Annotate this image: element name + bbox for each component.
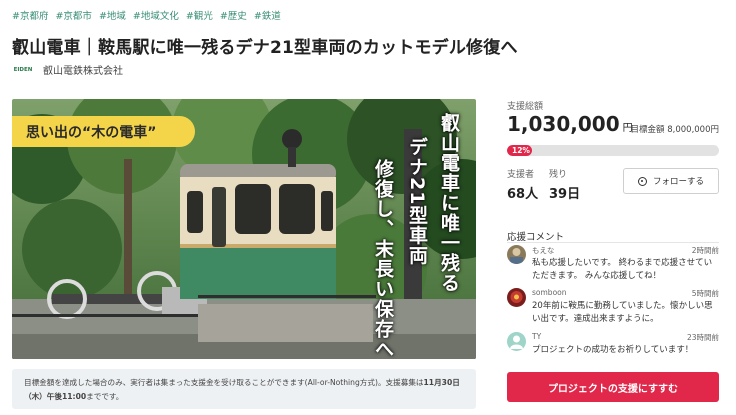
remaining-value: 39日 bbox=[549, 187, 581, 202]
raised-amount: 1,030,000 円 bbox=[507, 112, 633, 136]
tag-link[interactable]: #地域 bbox=[99, 8, 126, 22]
comment-text: プロジェクトの成功をお祈りしています！ bbox=[532, 345, 694, 355]
support-project-button[interactable]: プロジェクトの支援にすすむ bbox=[507, 372, 719, 402]
hero-image[interactable]: 思い出の“木の電車” 叡山電車に唯一残る デナ21型車両 修復し、末長い保存へ bbox=[12, 99, 476, 359]
progress-label: 12% bbox=[512, 146, 530, 155]
comment-author[interactable]: TY bbox=[532, 332, 541, 341]
avatar[interactable] bbox=[507, 332, 526, 351]
tag-link[interactable]: #観光 bbox=[186, 8, 213, 22]
tag-link[interactable]: #京都市 bbox=[55, 8, 91, 22]
divider bbox=[507, 242, 719, 243]
comments-title: 応援コメント bbox=[507, 232, 565, 243]
organization-name[interactable]: 叡山電鉄株式会社 bbox=[43, 62, 123, 77]
supporters-value: 68人 bbox=[507, 187, 539, 202]
supporters-label: 支援者 bbox=[507, 170, 535, 180]
comment-author[interactable]: もえな bbox=[532, 245, 555, 256]
tag-list: #京都府 #京都市 #地域 #地域文化 #観光 #歴史 #鉄道 bbox=[12, 8, 281, 22]
notice-text-end: までです。 bbox=[86, 392, 124, 401]
remaining-label: 残り bbox=[549, 170, 568, 180]
hero-overlay-line-1: 叡山電車に唯一残る bbox=[438, 113, 460, 293]
remaining-stat: 残り 39日 bbox=[549, 167, 580, 202]
tag-link[interactable]: #歴史 bbox=[220, 8, 247, 22]
raised-label: 支援総額 bbox=[507, 102, 544, 112]
comment-time: 23時間前 bbox=[686, 333, 719, 342]
default-avatar-icon bbox=[507, 332, 526, 351]
user-photo-icon bbox=[507, 288, 526, 307]
avatar[interactable] bbox=[507, 288, 526, 307]
comment-author[interactable]: somboon bbox=[532, 288, 567, 297]
organization-logo: EIDEN bbox=[13, 66, 33, 73]
follow-button[interactable]: フォローする bbox=[623, 168, 719, 194]
progress-bar: 12% bbox=[507, 145, 719, 156]
all-or-nothing-notice: 目標金額を達成した場合のみ、実行者は集まった支援金を受け取ることができます(Al… bbox=[12, 369, 476, 409]
avatar[interactable] bbox=[507, 245, 526, 264]
comment-text: 20年前に鞍馬に勤務していました。懐かしい思い出です。達成出来ますように。 bbox=[532, 301, 713, 324]
goal-amount: 目標金額 8,000,000円 bbox=[630, 125, 719, 135]
tag-link[interactable]: #地域文化 bbox=[133, 8, 179, 22]
hero-overlay-line-3: 修復し、末長い保存へ bbox=[372, 159, 394, 359]
hero-overlay-line-2: デナ21型車両 bbox=[406, 137, 428, 266]
comment-time: 2時間前 bbox=[691, 246, 719, 255]
notice-text: 目標金額を達成した場合のみ、実行者は集まった支援金を受け取ることができます(Al… bbox=[24, 378, 424, 387]
follow-icon bbox=[637, 176, 647, 186]
page-title: 叡山電車｜鞍馬駅に唯一残るデナ21型車両のカットモデル修復へ bbox=[12, 38, 518, 58]
hero-badge: 思い出の“木の電車” bbox=[12, 116, 195, 147]
raised-amount-value: 1,030,000 bbox=[507, 112, 620, 136]
tag-link[interactable]: #京都府 bbox=[12, 8, 48, 22]
funding-panel: 支援総額 1,030,000 円 目標金額 8,000,000円 12% 支援者 … bbox=[507, 99, 719, 355]
comment-text: 私も応援したいです。 終わるまで応援させていただきます。 みんな応援してね！ bbox=[532, 258, 713, 281]
follow-label: フォローする bbox=[652, 177, 704, 187]
comment-time: 5時間前 bbox=[691, 289, 719, 298]
tag-link[interactable]: #鉄道 bbox=[254, 8, 281, 22]
user-photo-icon bbox=[507, 245, 526, 264]
organization[interactable]: EIDEN 叡山電鉄株式会社 bbox=[12, 62, 123, 77]
supporters-stat: 支援者 68人 bbox=[507, 167, 538, 202]
